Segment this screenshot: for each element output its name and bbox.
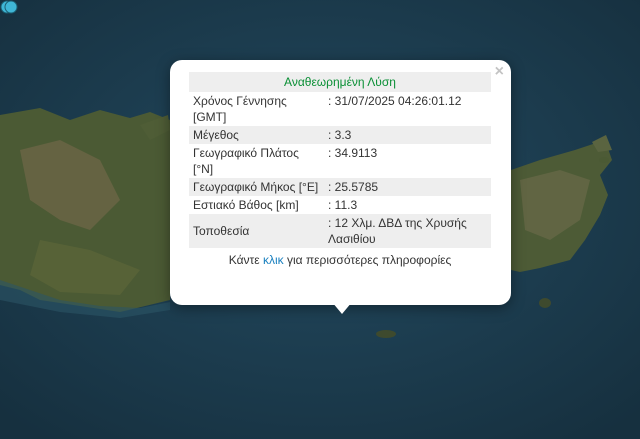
row-label-longitude: Γεωγραφικό Μήκος [°E] — [189, 178, 324, 196]
earthquake-details-table: Αναθεωρημένη Λύση Χρόνος Γέννησης [GMT] … — [189, 72, 491, 248]
popup-title: Αναθεωρημένη Λύση — [189, 72, 491, 92]
row-label-magnitude: Μέγεθος — [189, 126, 324, 144]
close-icon[interactable]: × — [495, 63, 504, 81]
row-value-origin-time: : 31/07/2025 04:26:01.12 — [328, 94, 462, 108]
row-label-depth: Εστιακό Βάθος [km] — [193, 198, 299, 212]
popup-tip — [332, 302, 352, 314]
row-value-longitude: : 25.5785 — [324, 178, 491, 196]
earthquake-marker[interactable] — [0, 0, 18, 14]
row-value-depth: : 11.3 — [328, 198, 358, 212]
row-value-magnitude: : 3.3 — [324, 126, 491, 144]
row-value-location: : 12 Χλμ. ΔΒΔ της Χρυσής Λασιθίου — [324, 214, 491, 248]
row-label-location: Τοποθεσία — [189, 214, 324, 248]
more-info-link[interactable]: κλικ — [263, 253, 284, 267]
more-info-line: Κάντε κλικ για περισσότερες πληροφορίες — [189, 253, 491, 267]
row-label-origin-time: Χρόνος Γέννησης [GMT] — [193, 94, 287, 124]
more-info-prefix: Κάντε — [228, 253, 260, 267]
earthquake-info-popup: × Αναθεωρημένη Λύση Χρόνος Γέννησης [GMT… — [170, 60, 511, 305]
row-value-latitude: : 34.9113 — [328, 146, 378, 160]
more-info-suffix: για περισσότερες πληροφορίες — [286, 253, 452, 267]
row-label-latitude: Γεωγραφικό Πλάτος [°N] — [193, 146, 299, 176]
